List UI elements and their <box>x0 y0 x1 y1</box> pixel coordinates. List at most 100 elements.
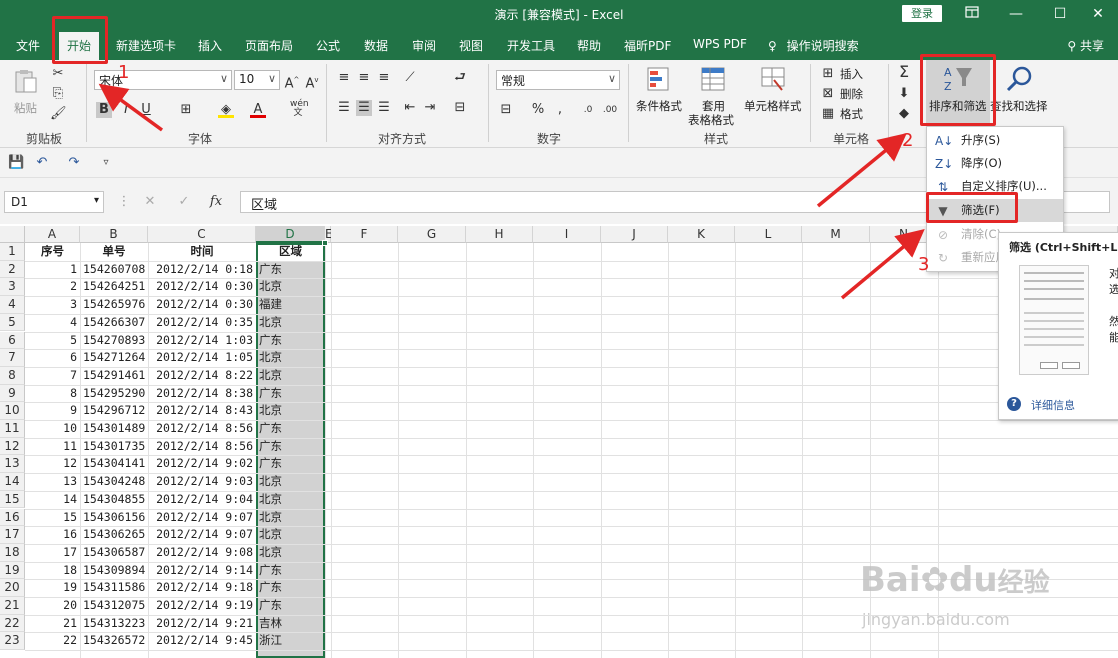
row-header[interactable]: 13 <box>0 455 25 474</box>
row-header[interactable]: 15 <box>0 490 25 509</box>
cell-c[interactable]: 2012/2/14 9:18 <box>148 579 256 597</box>
login-button[interactable]: 登录 <box>902 5 942 22</box>
cell-d[interactable]: 北京 <box>256 402 325 420</box>
customize-qat-icon[interactable]: ▿ <box>98 155 114 171</box>
row-header[interactable]: 5 <box>0 313 25 332</box>
tab-help[interactable]: 帮助 <box>577 37 601 54</box>
cell-a[interactable]: 16 <box>25 526 80 544</box>
cell-a[interactable]: 21 <box>25 615 80 633</box>
cell-b[interactable]: 154301489 <box>80 420 148 438</box>
cell-c[interactable]: 2012/2/14 8:43 <box>148 402 256 420</box>
align-left-icon[interactable]: ☰ <box>336 100 352 116</box>
row-header[interactable]: 16 <box>0 508 25 527</box>
italic-button[interactable]: I <box>118 102 134 118</box>
cell-d[interactable]: 广东 <box>256 332 325 350</box>
align-middle-icon[interactable]: ≡ <box>356 70 372 86</box>
borders-icon[interactable]: ⊞ <box>178 102 194 118</box>
comma-button[interactable]: , <box>552 102 568 118</box>
cell-b[interactable]: 154301735 <box>80 438 148 456</box>
row-header[interactable]: 17 <box>0 526 25 544</box>
cell-c[interactable]: 2012/2/14 9:19 <box>148 597 256 615</box>
cell-styles-label[interactable]: 单元格样式 <box>744 98 802 114</box>
cell-b[interactable]: 154312075 <box>80 597 148 615</box>
underline-button[interactable]: U <box>138 102 154 118</box>
cell-d[interactable]: 北京 <box>256 526 325 544</box>
cell-a[interactable]: 12 <box>25 455 80 473</box>
cell-c[interactable]: 2012/2/14 9:07 <box>148 509 256 527</box>
insert-cells-icon[interactable]: ⊞ <box>820 66 836 82</box>
cell-d[interactable]: 广东 <box>256 438 325 456</box>
maximize-icon[interactable]: ☐ <box>1040 3 1080 25</box>
cell-c[interactable]: 2012/2/14 0:30 <box>148 278 256 296</box>
align-top-icon[interactable]: ≡ <box>336 70 352 86</box>
cell-d[interactable]: 浙江 <box>256 632 325 650</box>
format-as-table-icon[interactable] <box>700 66 726 95</box>
column-header-f[interactable]: F <box>331 226 398 243</box>
tab-foxit-pdf[interactable]: 福昕PDF <box>624 37 671 54</box>
cell-d[interactable]: 广东 <box>256 261 325 279</box>
cell-b[interactable]: 154266307 <box>80 314 148 332</box>
cell-a[interactable]: 22 <box>25 632 80 650</box>
delete-cells-label[interactable]: 删除 <box>840 86 863 102</box>
align-right-icon[interactable]: ☰ <box>376 100 392 116</box>
share-button[interactable]: ⚲ 共享 <box>1067 37 1104 54</box>
cell-d[interactable]: 北京 <box>256 278 325 296</box>
cell-a[interactable]: 20 <box>25 597 80 615</box>
cell-b[interactable]: 154296712 <box>80 402 148 420</box>
cell-d[interactable]: 北京 <box>256 314 325 332</box>
column-header-a[interactable]: A <box>25 226 80 243</box>
format-as-table-label-2[interactable]: 表格格式 <box>688 112 734 128</box>
cell-a[interactable]: 7 <box>25 367 80 385</box>
cell-b[interactable]: 154306156 <box>80 509 148 527</box>
undo-icon[interactable]: ↶ <box>34 155 50 171</box>
percent-button[interactable]: % <box>530 102 546 118</box>
increase-indent-icon[interactable]: ⇥ <box>422 100 438 116</box>
wrap-text-icon[interactable]: ⮐ <box>452 70 468 86</box>
decrease-font-icon[interactable]: Av <box>304 72 320 91</box>
conditional-format-icon[interactable] <box>646 66 672 95</box>
phonetic-guide-icon[interactable]: wén 文 <box>290 100 309 118</box>
find-select-label[interactable]: 查找和选择 <box>990 98 1048 114</box>
cell-b[interactable]: 154304248 <box>80 473 148 491</box>
format-cells-icon[interactable]: ▦ <box>820 106 836 122</box>
cell-a[interactable]: 2 <box>25 278 80 296</box>
row-header[interactable]: 4 <box>0 296 25 314</box>
currency-icon[interactable]: ⊟ <box>498 102 514 118</box>
name-box[interactable]: D1 ▾ <box>4 191 104 213</box>
paste-icon[interactable] <box>12 68 40 99</box>
conditional-format-label[interactable]: 条件格式 <box>636 98 682 114</box>
save-icon[interactable]: 💾 <box>8 155 24 171</box>
tab-review[interactable]: 审阅 <box>412 37 436 54</box>
column-header-l[interactable]: L <box>735 226 802 243</box>
cell-c[interactable]: 2012/2/14 8:56 <box>148 420 256 438</box>
align-bottom-icon[interactable]: ≡ <box>376 70 392 86</box>
align-center-icon[interactable]: ☰ <box>356 100 372 116</box>
minimize-icon[interactable]: — <box>996 3 1036 25</box>
cell-b[interactable]: 154271264 <box>80 349 148 367</box>
cell-d[interactable]: 北京 <box>256 367 325 385</box>
column-header-g[interactable]: G <box>398 226 466 243</box>
font-color-icon[interactable]: A <box>250 102 266 118</box>
cell-b[interactable]: 154309894 <box>80 562 148 580</box>
cell-b[interactable]: 154260708 <box>80 261 148 279</box>
cell-b[interactable]: 154295290 <box>80 385 148 403</box>
cell-d[interactable]: 广东 <box>256 579 325 597</box>
magnifier-icon[interactable] <box>1004 64 1034 97</box>
column-header-i[interactable]: I <box>533 226 601 243</box>
tab-page-layout[interactable]: 页面布局 <box>245 37 293 54</box>
cell-c[interactable]: 2012/2/14 1:05 <box>148 349 256 367</box>
tab-formulas[interactable]: 公式 <box>316 37 340 54</box>
cell-a[interactable]: 6 <box>25 349 80 367</box>
cell-a[interactable]: 10 <box>25 420 80 438</box>
cell-b[interactable]: 154306265 <box>80 526 148 544</box>
orientation-icon[interactable]: ⟋ <box>402 70 418 86</box>
tab-data[interactable]: 数据 <box>364 37 388 54</box>
cell-d[interactable]: 北京 <box>256 509 325 527</box>
cell-d[interactable]: 北京 <box>256 473 325 491</box>
row-header[interactable]: 19 <box>0 561 25 580</box>
cell-a[interactable]: 14 <box>25 491 80 509</box>
cell-d[interactable]: 广东 <box>256 562 325 580</box>
bold-button[interactable]: B <box>96 102 112 118</box>
cell-a[interactable]: 3 <box>25 296 80 314</box>
column-header-b[interactable]: B <box>80 226 148 243</box>
